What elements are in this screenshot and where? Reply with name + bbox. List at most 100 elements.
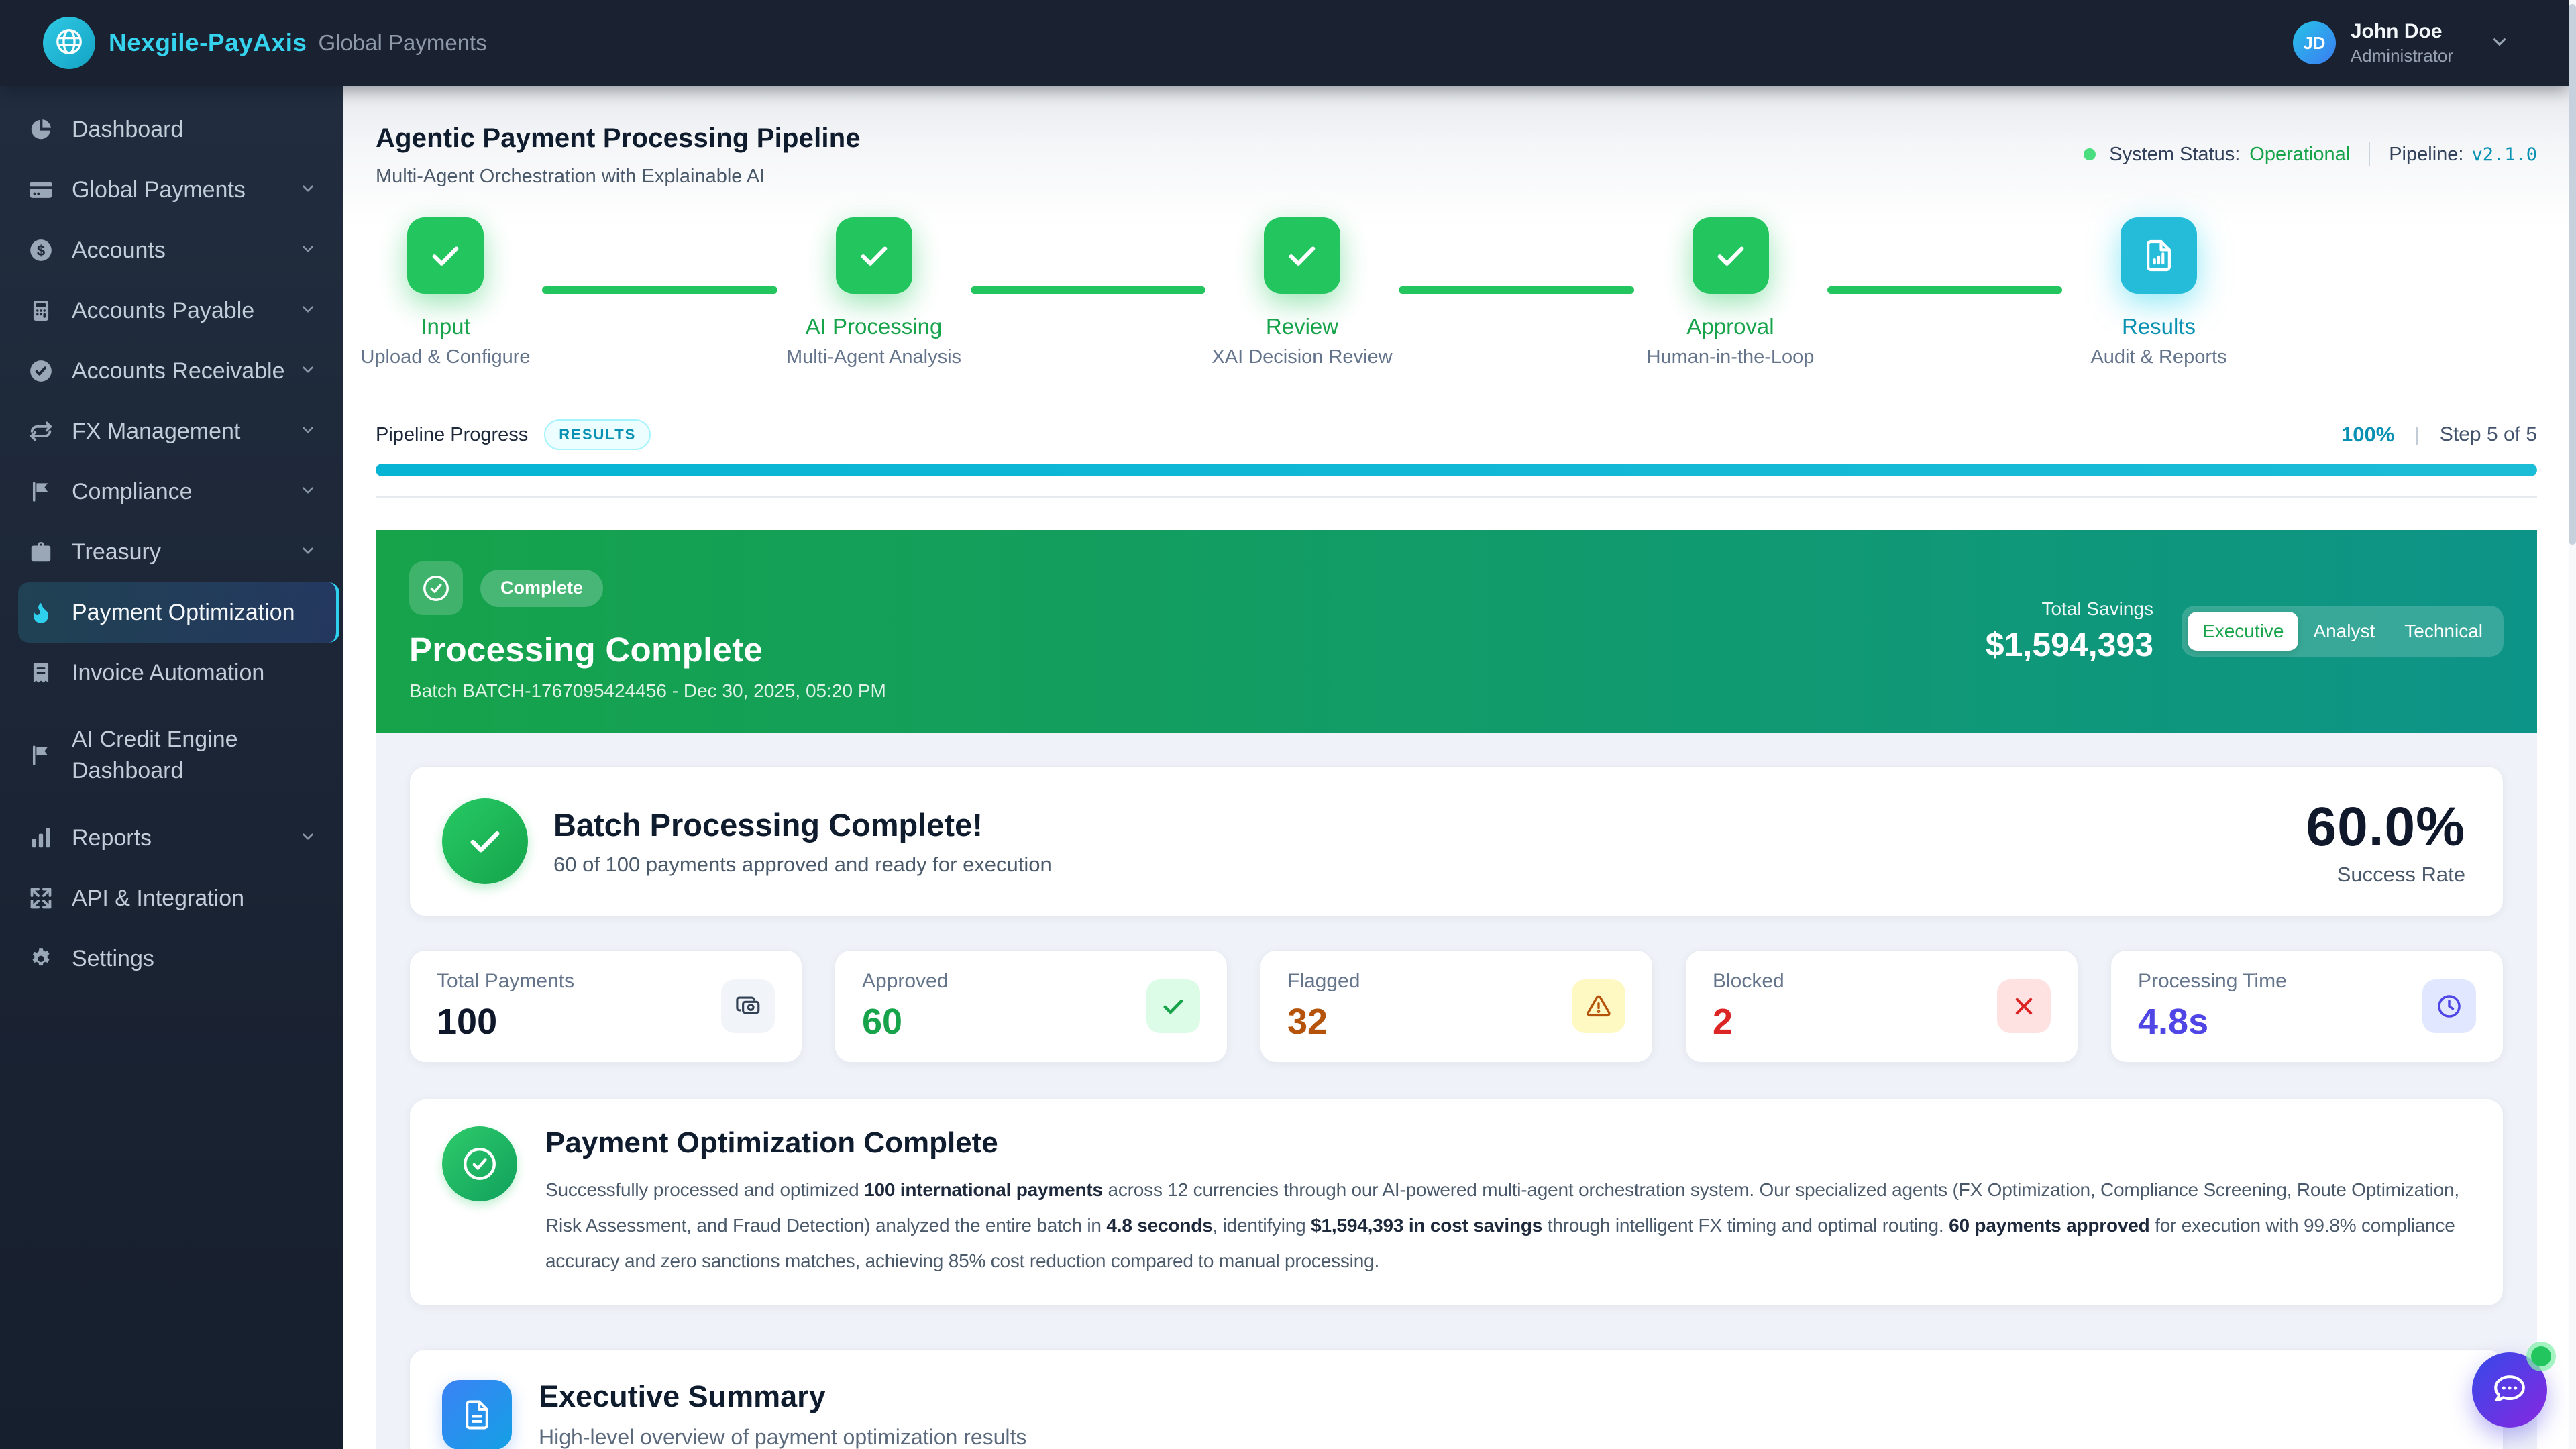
document-icon bbox=[442, 1380, 512, 1449]
file-chart-icon bbox=[2121, 217, 2197, 294]
sidebar: Dashboard Global Payments $ Accounts Account… bbox=[0, 86, 343, 1449]
status-dot bbox=[2084, 148, 2096, 160]
sidebar-item-accounts-receivable[interactable]: Accounts Receivable bbox=[18, 341, 339, 401]
step-label: Review bbox=[1266, 314, 1338, 339]
user-meta: John Doe Administrator bbox=[2351, 20, 2453, 66]
step-label: Approval bbox=[1686, 314, 1774, 339]
sidebar-item-label: Accounts Payable bbox=[72, 298, 254, 324]
batch-complete-card: Batch Processing Complete! 60 of 100 pay… bbox=[409, 766, 2504, 916]
optimization-summary-card: Payment Optimization Complete Successful… bbox=[409, 1099, 2504, 1306]
receipt-icon bbox=[28, 660, 54, 686]
stepper-connector bbox=[1399, 286, 1634, 294]
stat-card-flagged: Flagged32 bbox=[1260, 950, 1653, 1063]
pipeline-progress-block: Pipeline Progress RESULTS 100% | Step 5 … bbox=[376, 419, 2537, 498]
brand-name: Nexgile-PayAxis bbox=[109, 29, 307, 57]
sidebar-item-label: Global Payments bbox=[72, 177, 246, 203]
pipeline-header-section: Agentic Payment Processing Pipeline Mult… bbox=[343, 86, 2569, 498]
chat-status-dot bbox=[2526, 1342, 2556, 1371]
step-sublabel: Audit & Reports bbox=[2090, 346, 2226, 368]
paragraph-run: Successfully processed and optimized bbox=[545, 1179, 864, 1200]
sidebar-item-settings[interactable]: Settings bbox=[18, 928, 339, 989]
brand: Nexgile-PayAxis Global Payments bbox=[43, 17, 487, 69]
tab-analyst[interactable]: Analyst bbox=[2298, 612, 2390, 651]
tab-technical[interactable]: Technical bbox=[2390, 612, 2498, 651]
sidebar-item-global-payments[interactable]: Global Payments bbox=[18, 160, 339, 220]
chevron-down-icon bbox=[299, 542, 317, 563]
expand-arrows-icon bbox=[28, 885, 54, 911]
paragraph-run: 4.8 seconds bbox=[1106, 1215, 1212, 1236]
scrollbar[interactable] bbox=[2569, 0, 2576, 1449]
title-block: Agentic Payment Processing Pipeline Mult… bbox=[376, 123, 861, 188]
sidebar-item-label: AI Credit Engine Dashboard bbox=[72, 724, 293, 787]
batch-complete-title: Batch Processing Complete! bbox=[553, 806, 1052, 843]
sidebar-item-fx-management[interactable]: FX Management bbox=[18, 401, 339, 462]
flame-icon bbox=[28, 600, 54, 625]
sidebar-item-payment-optimization[interactable]: Payment Optimization bbox=[18, 582, 339, 643]
sidebar-item-dashboard[interactable]: Dashboard bbox=[18, 99, 339, 160]
clock-icon bbox=[2422, 979, 2476, 1033]
logo bbox=[43, 17, 95, 69]
check-icon bbox=[442, 798, 528, 884]
sidebar-item-ai-credit-engine-dashboard[interactable]: AI Credit Engine Dashboard bbox=[18, 703, 339, 808]
pipeline-version: v2.1.0 bbox=[2471, 144, 2537, 165]
status-label: System Status: bbox=[2109, 144, 2240, 166]
check-icon bbox=[1264, 217, 1340, 294]
flag-icon bbox=[28, 743, 54, 768]
step-input[interactable]: InputUpload & Configure bbox=[376, 217, 515, 368]
stat-label: Processing Time bbox=[2138, 970, 2287, 993]
processing-complete-banner: Complete Processing Complete Batch BATCH… bbox=[376, 530, 2537, 733]
chevron-down-icon bbox=[2488, 30, 2511, 56]
scrollbar-thumb[interactable] bbox=[2569, 4, 2576, 545]
chevron-down-icon bbox=[299, 482, 317, 502]
total-savings-value: $1,594,393 bbox=[1986, 625, 2153, 664]
x-icon bbox=[1997, 979, 2051, 1033]
divider bbox=[2369, 142, 2370, 166]
coin-check-icon bbox=[28, 358, 54, 384]
sidebar-item-label: Accounts Receivable bbox=[72, 358, 285, 384]
results-panel: Complete Processing Complete Batch BATCH… bbox=[376, 530, 2537, 1449]
sidebar-item-treasury[interactable]: Treasury bbox=[18, 522, 339, 582]
stepper-connector bbox=[542, 286, 777, 294]
page-title: Agentic Payment Processing Pipeline bbox=[376, 123, 861, 154]
step-ai-processing[interactable]: AI ProcessingMulti-Agent Analysis bbox=[804, 217, 944, 368]
success-rate-label: Success Rate bbox=[2306, 863, 2465, 887]
check-icon bbox=[1693, 217, 1769, 294]
pipeline-stepper: InputUpload & Configure AI ProcessingMult… bbox=[376, 217, 2229, 368]
step-approval[interactable]: ApprovalHuman-in-the-Loop bbox=[1661, 217, 1801, 368]
sidebar-item-label: FX Management bbox=[72, 419, 240, 445]
tab-executive[interactable]: Executive bbox=[2188, 612, 2298, 651]
sidebar-item-label: API & Integration bbox=[72, 885, 244, 912]
stat-value: 32 bbox=[1287, 1001, 1360, 1042]
app: Nexgile-PayAxis Global Payments JD John … bbox=[0, 0, 2576, 1449]
step-label: Results bbox=[2122, 314, 2196, 339]
step-results[interactable]: Results Audit & Reports bbox=[2089, 217, 2229, 368]
user-menu[interactable]: JD John Doe Administrator bbox=[2293, 20, 2511, 66]
avatar: JD bbox=[2293, 21, 2336, 64]
chevron-down-icon bbox=[299, 361, 317, 382]
sidebar-item-accounts[interactable]: $ Accounts bbox=[18, 220, 339, 280]
banknotes-icon bbox=[721, 979, 775, 1033]
sidebar-item-compliance[interactable]: Compliance bbox=[18, 462, 339, 522]
sidebar-item-label: Accounts bbox=[72, 237, 166, 264]
step-sublabel: Upload & Configure bbox=[360, 346, 530, 368]
stat-value: 100 bbox=[437, 1001, 574, 1042]
dollar-circle-icon: $ bbox=[28, 237, 54, 263]
stat-card-total-payments: Total Payments 100 bbox=[409, 950, 802, 1063]
paragraph-run: 100 international payments bbox=[864, 1179, 1103, 1200]
total-savings: Total Savings $1,594,393 bbox=[1986, 598, 2153, 664]
paragraph-run: 60 payments approved bbox=[1949, 1215, 2149, 1236]
sidebar-item-api-integration[interactable]: API & Integration bbox=[18, 868, 339, 928]
stat-card-approved: Approved60 bbox=[835, 950, 1228, 1063]
stat-label: Total Payments bbox=[437, 970, 574, 993]
main-content: Agentic Payment Processing Pipeline Mult… bbox=[343, 86, 2569, 1449]
stat-label: Blocked bbox=[1713, 970, 1784, 993]
optimization-paragraph: Successfully processed and optimized 100… bbox=[545, 1172, 2471, 1279]
sidebar-item-reports[interactable]: Reports bbox=[18, 808, 339, 868]
sidebar-item-invoice-automation[interactable]: Invoice Automation bbox=[18, 643, 339, 703]
executive-summary-title: Executive Summary bbox=[539, 1379, 1026, 1414]
sidebar-item-accounts-payable[interactable]: Accounts Payable bbox=[18, 280, 339, 341]
pie-chart-icon bbox=[28, 117, 54, 142]
circle-check-icon bbox=[409, 561, 463, 615]
stat-label: Approved bbox=[862, 970, 948, 993]
step-review[interactable]: ReviewXAI Decision Review bbox=[1232, 217, 1372, 368]
